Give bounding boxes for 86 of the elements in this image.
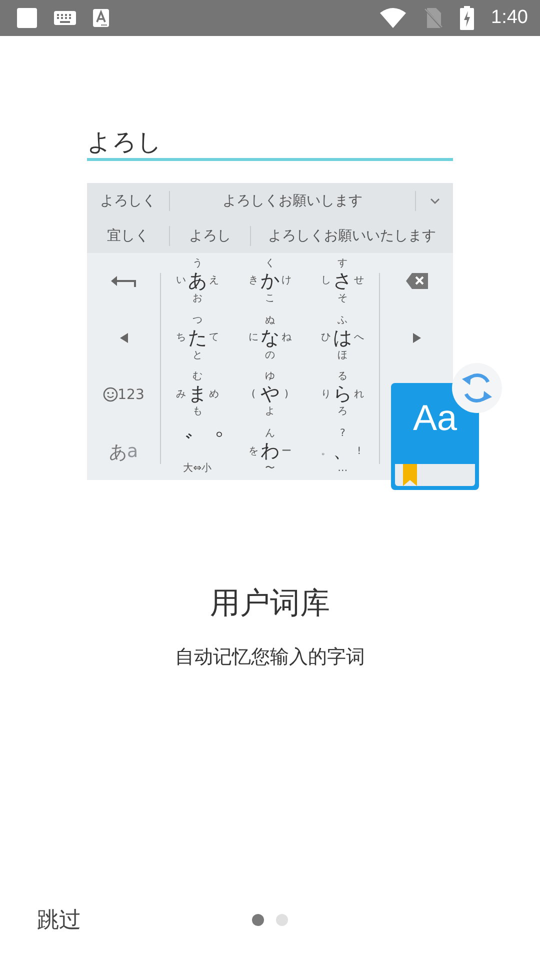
- flick-label: き: [247, 275, 260, 288]
- latin-label: a: [126, 441, 138, 462]
- candidate-word[interactable]: 宜しく: [87, 226, 169, 244]
- flick-label: と: [192, 350, 202, 362]
- key-label: 、: [333, 440, 352, 464]
- smiley-icon: [102, 387, 118, 402]
- page-dot[interactable]: [276, 914, 288, 926]
- flick-label: を: [247, 446, 260, 458]
- flick-label: り: [320, 388, 332, 401]
- flick-label: 大⇔小: [183, 463, 212, 476]
- flick-label: し: [320, 275, 332, 288]
- flick-label: …: [338, 463, 348, 476]
- left-triangle-icon: [120, 333, 128, 344]
- flick-label: む: [192, 371, 202, 384]
- flick-label: へ: [353, 332, 366, 344]
- flick-label: い: [174, 275, 187, 288]
- flick-label: け: [280, 275, 292, 288]
- flick-label: ?: [340, 428, 346, 440]
- book-title: Aa: [412, 397, 458, 440]
- flick-label: 〜: [264, 463, 275, 476]
- candidate-word[interactable]: よろしくお願いします: [170, 192, 415, 210]
- flick-label: よ: [264, 406, 275, 418]
- right-triangle-icon: [412, 333, 420, 344]
- back-arrow-icon: [110, 275, 136, 288]
- flick-label: る: [338, 371, 348, 384]
- candidate-word[interactable]: よろしくお願いいたします: [251, 226, 453, 244]
- flick-label: ろ: [338, 406, 348, 418]
- key-label: あ: [188, 270, 207, 293]
- flick-label: ほ: [338, 350, 348, 362]
- flick-label: も: [192, 406, 202, 418]
- flick-label: せ: [353, 275, 366, 288]
- candidate-word[interactable]: よろしく: [87, 192, 169, 210]
- flick-label: れ: [353, 388, 366, 401]
- flick-label: す: [338, 258, 348, 270]
- flick-label: ひ: [320, 332, 332, 344]
- battery-icon: [460, 6, 474, 30]
- flick-label: ゆ: [264, 371, 275, 384]
- key-label: わ: [260, 440, 280, 464]
- keyboard-icon: [54, 11, 76, 25]
- numbers-label: 123: [118, 386, 144, 403]
- flick-label: (: [250, 388, 256, 401]
- flick-label: 。: [320, 446, 332, 458]
- flick-label: ふ: [338, 314, 348, 327]
- flick-label: え: [208, 275, 220, 288]
- flick-label: ぬ: [264, 314, 275, 327]
- flick-label: ): [284, 388, 290, 401]
- flick-label: ね: [280, 332, 292, 344]
- wifi-icon: [380, 8, 406, 28]
- page-subtitle: 自动记忆您输入的字词: [174, 645, 366, 670]
- backspace-icon: [406, 273, 428, 290]
- key-label: や: [260, 383, 280, 406]
- key-label: か: [260, 270, 280, 293]
- chevron-down-icon: [430, 198, 440, 204]
- page-dot[interactable]: [252, 914, 264, 926]
- clock-time: 1:40: [491, 7, 528, 29]
- bookmark-icon: [403, 464, 417, 486]
- flick-label: つ: [192, 314, 202, 327]
- key-label: さ: [333, 270, 352, 293]
- flick-label: め: [208, 388, 220, 401]
- flick-label: ー: [280, 446, 292, 458]
- flick-label: み: [174, 388, 187, 401]
- flick-label: そ: [338, 292, 348, 305]
- no-sim-icon: [423, 7, 444, 29]
- square-icon: [17, 8, 37, 28]
- flick-label: !: [356, 446, 362, 458]
- flick-label: ん: [264, 428, 275, 440]
- flick-label: の: [264, 350, 275, 362]
- key-label: た: [188, 326, 207, 350]
- key-label: ま: [188, 383, 207, 406]
- flick-label: ち: [174, 332, 187, 344]
- flick-label: く: [264, 258, 275, 270]
- flick-label: う: [192, 258, 202, 270]
- sync-arrows-icon: [461, 371, 493, 405]
- key-label: ら: [333, 383, 352, 406]
- skip-button[interactable]: 跳过: [22, 899, 96, 941]
- flick-label: お: [192, 292, 202, 305]
- font-icon: [93, 9, 109, 27]
- kana-label: あ: [108, 440, 127, 464]
- key-label: な: [260, 326, 280, 350]
- page-title: 用户词库: [209, 585, 331, 623]
- key-label: は: [333, 326, 352, 350]
- key-label: ゛゜: [167, 429, 228, 462]
- flick-label: こ: [264, 292, 275, 305]
- flick-label: て: [208, 332, 220, 344]
- flick-label: に: [247, 332, 260, 344]
- candidate-word[interactable]: よろし: [170, 226, 250, 244]
